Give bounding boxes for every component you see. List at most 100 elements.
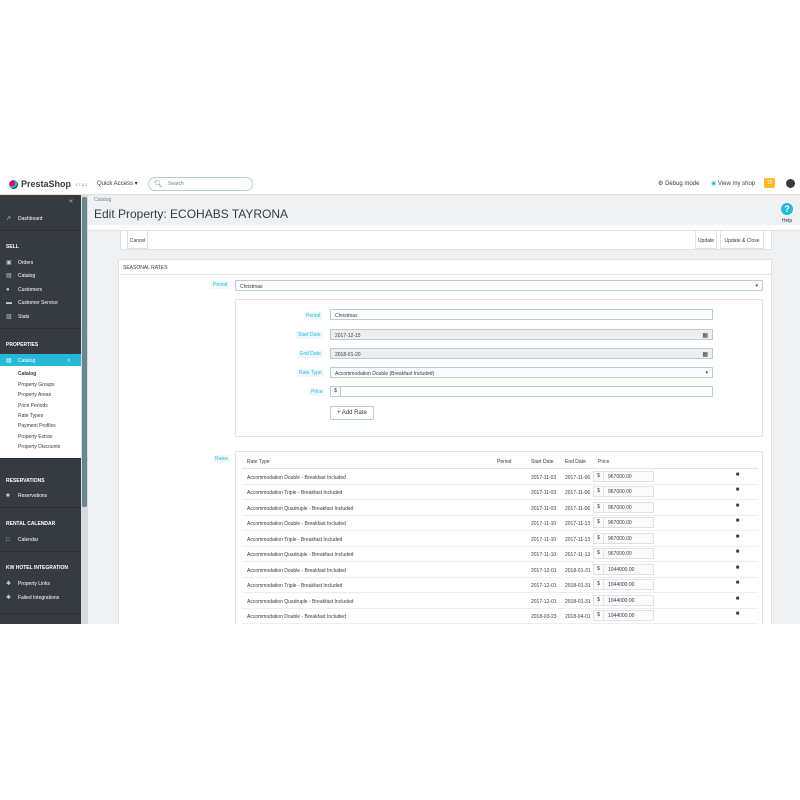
debug-mode-label: Debug mode — [665, 181, 700, 187]
bar-chart-icon: ▥ — [6, 314, 12, 320]
calendar-icon[interactable]: ▦ — [702, 332, 708, 339]
cell-end-date: 2017-11-13 — [565, 552, 591, 558]
sidebar-item-dashboard[interactable]: ↗ Dashboard — [6, 216, 42, 222]
sidebar-item-orders[interactable]: ▣ Orders — [6, 260, 33, 266]
cell-rate-type: Accommodation Quadruple - Breakfast Incl… — [247, 506, 354, 512]
trash-icon[interactable]: ■ — [733, 503, 742, 512]
trash-icon[interactable]: ■ — [733, 487, 742, 496]
price-input[interactable] — [340, 386, 713, 397]
sidebar-item-catalog[interactable]: ▤ Catalog — [6, 273, 35, 279]
sidebar-item-failed-integrations[interactable]: ✱ Failed Integrations — [6, 595, 59, 601]
prestashop-logo[interactable]: PrestaShop 1.7.4.2 — [9, 179, 87, 189]
currency-addon: $ — [594, 565, 604, 574]
sidebar: « ↗ Dashboard SELL ▣ Orders ▤ Catalog ● … — [0, 195, 81, 624]
eye-icon: ◉ — [711, 181, 717, 187]
currency-addon: $ — [594, 503, 604, 512]
table-row: Accommodation Double - Breakfast Include… — [242, 515, 758, 531]
store-icon: ▤ — [6, 358, 12, 364]
rate-type-label: Rate Type — [297, 369, 324, 377]
trash-icon[interactable]: ■ — [733, 534, 742, 543]
sidebar-section-reservations: RESERVATIONS — [6, 478, 45, 484]
trash-icon[interactable]: ■ — [733, 518, 742, 527]
table-row: Accommodation Quadruple - Breakfast Incl… — [242, 546, 758, 562]
cell-start-date: 2017-12-01 — [531, 583, 557, 589]
update-close-button[interactable]: Update & Close — [720, 231, 764, 249]
sidebar-active-label[interactable]: ▤ Catalog ˄ — [6, 357, 70, 365]
cell-price-input[interactable]: $1044000.00 — [593, 564, 654, 575]
cell-price-input[interactable]: $1044000.00 — [593, 610, 654, 621]
submenu-item-property-discounts[interactable]: Property Discounts — [18, 444, 60, 450]
table-row: Accommodation Double - Breakfast Include… — [242, 469, 758, 485]
sidebar-divider — [0, 230, 81, 231]
period-label: Period — [211, 281, 230, 289]
rate-type-select[interactable]: Accommodation Double (Breakfast Included… — [330, 367, 713, 378]
cell-end-date: 2018-01-31 — [565, 583, 591, 589]
trash-icon[interactable]: ■ — [733, 611, 742, 620]
submenu-item-property-areas[interactable]: Property Areas — [18, 392, 51, 398]
end-date-label: End Date — [298, 350, 323, 358]
calendar-icon: □ — [6, 537, 10, 543]
sidebar-item-reservations[interactable]: ■ Reservations — [6, 493, 47, 499]
sidebar-item-property-links[interactable]: ✱ Property Links — [6, 581, 50, 587]
sidebar-item-customer-service[interactable]: ▬ Customer Service — [6, 300, 58, 306]
cell-price-input[interactable]: $967000.00 — [593, 517, 654, 528]
price-value: 1044000.00 — [608, 582, 635, 588]
sidebar-item-customers[interactable]: ● Customers — [6, 287, 42, 293]
trash-icon[interactable]: ■ — [733, 580, 742, 589]
submenu-item-property-groups[interactable]: Property Groups — [18, 382, 55, 388]
cell-price-input[interactable]: $967000.00 — [593, 502, 654, 513]
cell-rate-type: Accommodation Double - Breakfast Include… — [247, 521, 346, 527]
quick-access-dropdown[interactable]: Quick Access ▾ — [97, 180, 138, 187]
cell-end-date: 2018-01-31 — [565, 568, 591, 574]
submenu-item-payment-profiles[interactable]: Payment Profiles — [18, 423, 56, 429]
sidebar-item-label: Customers — [18, 287, 43, 293]
start-date-value: 2017-12-15 — [335, 333, 361, 339]
submenu-item-property-extras[interactable]: Property Extras — [18, 434, 52, 440]
price-value: 967000.00 — [608, 536, 632, 542]
trash-icon[interactable]: ■ — [733, 565, 742, 574]
cell-end-date: 2017-11-06 — [565, 506, 591, 512]
debug-mode-link[interactable]: ⚙ Debug mode — [658, 180, 699, 187]
submenu-item-rate-types[interactable]: Rate Types — [18, 413, 43, 419]
end-date-input[interactable]: 2018-01-20 ▦ — [330, 348, 713, 359]
start-date-input[interactable]: 2017-12-15 ▦ — [330, 329, 713, 340]
collapse-sidebar-icon[interactable]: « — [69, 198, 73, 205]
trash-icon[interactable]: ■ — [733, 596, 742, 605]
notifications-badge[interactable]: 19 — [764, 178, 775, 188]
cell-price-input[interactable]: $967000.00 — [593, 533, 654, 544]
sidebar-divider — [0, 458, 81, 459]
cell-price-input[interactable]: $1044000.00 — [593, 579, 654, 590]
scrollbar-thumb[interactable] — [82, 197, 87, 507]
cell-start-date: 2017-11-10 — [531, 552, 557, 558]
cell-price-input[interactable]: $1044000.00 — [593, 595, 654, 606]
calendar-icon[interactable]: ▦ — [702, 351, 708, 358]
user-avatar-icon[interactable] — [786, 179, 795, 188]
submenu-item-price-periods[interactable]: Price Periods — [18, 403, 48, 409]
update-button[interactable]: Update — [695, 231, 717, 249]
cell-price-input[interactable]: $967000.00 — [593, 471, 654, 482]
cell-rate-type: Accommodation Quadruple - Breakfast Incl… — [247, 599, 354, 605]
add-rate-button[interactable]: + Add Rate — [330, 406, 374, 420]
cell-price-input[interactable]: $967000.00 — [593, 548, 654, 559]
sidebar-divider — [0, 551, 81, 552]
help-button[interactable]: ? Help — [781, 203, 793, 224]
search-icon: 🔍︎ — [154, 181, 163, 188]
breadcrumb[interactable]: Catalog — [94, 197, 111, 203]
currency-addon: $ — [594, 534, 604, 543]
top-header: PrestaShop 1.7.4.2 Quick Access ▾ 🔍︎ Sea… — [0, 173, 800, 195]
view-shop-link[interactable]: ◉ View my shop — [711, 180, 755, 187]
rates-table: Rate Type Period Start Date End Date Pri… — [235, 451, 763, 624]
trash-icon[interactable]: ■ — [733, 472, 742, 481]
period-select[interactable]: Christmas ▾ — [235, 280, 763, 291]
trash-icon[interactable]: ■ — [733, 549, 742, 558]
sidebar-scrollbar[interactable] — [81, 195, 88, 624]
sidebar-item-calendar[interactable]: □ Calendar — [6, 537, 38, 543]
cancel-button[interactable]: Cancel — [127, 231, 148, 249]
rate-type-value: Accommodation Double (Breakfast Included… — [335, 371, 435, 377]
search-input[interactable]: 🔍︎ Search — [148, 177, 253, 191]
price-value: 1044000.00 — [608, 567, 635, 573]
sidebar-item-stats[interactable]: ▥ Stats — [6, 314, 29, 320]
cell-price-input[interactable]: $967000.00 — [593, 486, 654, 497]
form-period-input[interactable]: Christmas — [330, 309, 713, 320]
submenu-item-catalog[interactable]: Catalog — [18, 371, 36, 377]
